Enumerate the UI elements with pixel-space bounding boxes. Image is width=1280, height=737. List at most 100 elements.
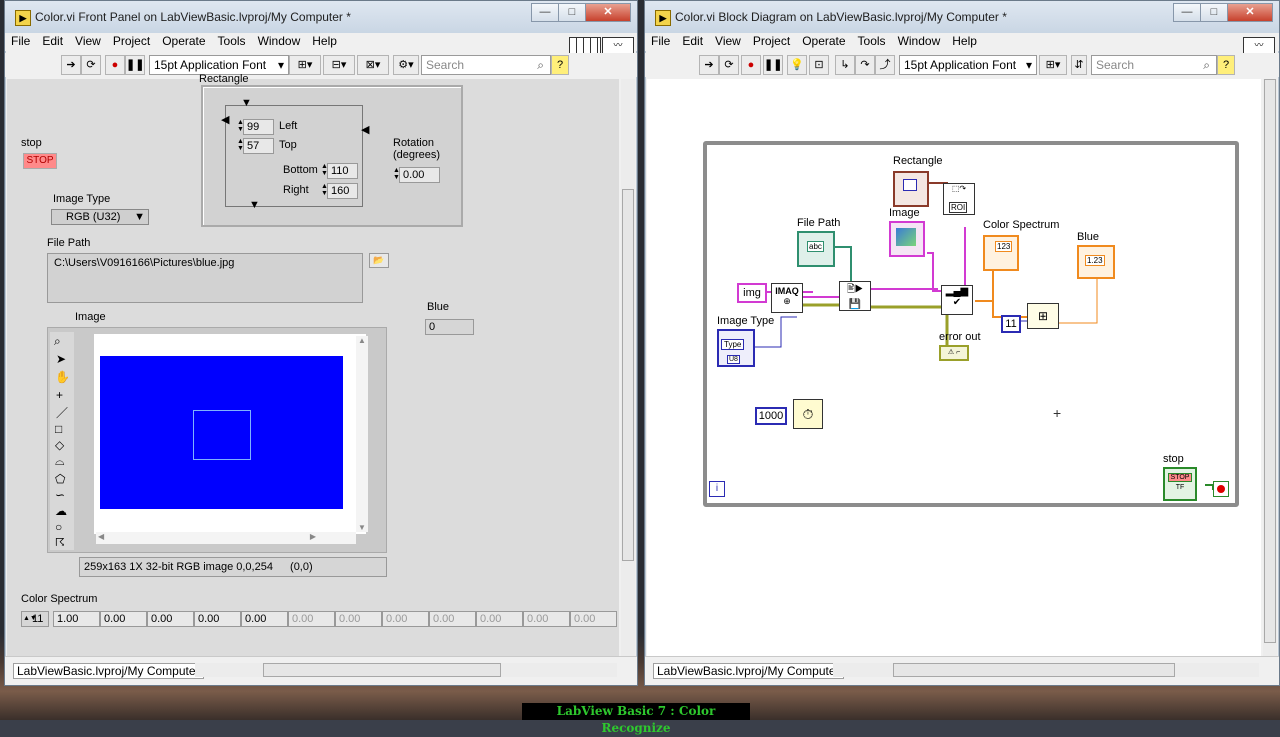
polygon-tool-icon[interactable]: ⬠ (55, 472, 65, 486)
font-select[interactable]: 15pt Application Font ▾ (149, 55, 289, 75)
search-input[interactable]: Search ⌕ (1091, 55, 1217, 75)
roi-converter-node[interactable]: ⬚↷ ROI (943, 183, 975, 215)
right-field[interactable]: 160 (327, 183, 358, 199)
distribute-icon[interactable]: ⊟▾ (323, 55, 355, 75)
reorder-icon[interactable]: ⚙▾ (393, 55, 419, 75)
scroll-thumb[interactable] (622, 189, 634, 561)
image-viewport[interactable] (94, 334, 366, 534)
step-out-icon[interactable]: ⤴ (875, 55, 895, 75)
file-path-terminal[interactable]: abc (797, 231, 835, 267)
menu-window[interactable]: Window (252, 33, 307, 51)
image-terminal[interactable] (889, 221, 925, 257)
horizontal-scrollbar[interactable] (195, 663, 617, 677)
font-select[interactable]: 15pt Application Font ▾ (899, 55, 1037, 75)
pointer-tool-icon[interactable]: ➤ (56, 352, 66, 366)
imaq-readfile-node[interactable]: 🖹▶ 💾 (839, 281, 871, 311)
index-array-node[interactable]: ⊞ (1027, 303, 1059, 329)
minimize-button[interactable]: — (1173, 3, 1201, 22)
color-spectrum-terminal[interactable]: 123 (983, 235, 1019, 271)
menu-project[interactable]: Project (747, 33, 796, 51)
index-constant[interactable]: 11 (1001, 315, 1021, 333)
step-into-icon[interactable]: ↳ (835, 55, 855, 75)
img-constant[interactable]: img (737, 283, 767, 303)
error-out-terminal[interactable]: ⚠ ⌐ (939, 345, 969, 361)
left-field[interactable]: 99 (243, 119, 274, 135)
image-vscroll[interactable]: ▲ ▼ (356, 336, 368, 532)
minimize-button[interactable]: — (531, 3, 559, 22)
run-continuously-icon[interactable]: ⟳ (81, 55, 101, 75)
hscroll-thumb[interactable] (893, 663, 1175, 677)
freehand-tool-icon[interactable]: ∽ (55, 488, 65, 502)
browse-folder-icon[interactable]: 📂 (369, 253, 389, 268)
rectangle-terminal[interactable] (893, 171, 929, 207)
rotation-field[interactable]: 0.00 (399, 167, 440, 183)
wait-ms-constant[interactable]: 1000 (755, 407, 787, 425)
project-path[interactable]: LabViewBasic.lvproj/My Computer (13, 663, 204, 679)
vertical-scrollbar[interactable] (1263, 79, 1277, 657)
distribute-icon[interactable]: ⇵ (1071, 55, 1087, 75)
array-index[interactable]: ▲▼ 11 (21, 611, 49, 627)
maximize-button[interactable]: □ (558, 3, 586, 22)
run-continuously-icon[interactable]: ⟳ (719, 55, 739, 75)
menu-edit[interactable]: Edit (676, 33, 709, 51)
close-button[interactable]: ✕ (585, 3, 631, 22)
project-path[interactable]: LabViewBasic.lvproj/My Computer (653, 663, 844, 679)
loop-condition-terminal[interactable] (1213, 481, 1229, 497)
zoom-tool-icon[interactable]: ⌕ (54, 334, 61, 349)
pause-icon[interactable]: ❚❚ (763, 55, 783, 75)
oval-tool-icon[interactable]: ○ (55, 520, 62, 534)
top-field[interactable]: 57 (243, 138, 274, 154)
menu-operate[interactable]: Operate (156, 33, 211, 51)
freehand-region-tool-icon[interactable]: ☁ (55, 504, 67, 518)
abort-icon[interactable]: ● (105, 55, 125, 75)
resize-icon[interactable]: ⊠▾ (357, 55, 389, 75)
image-type-select[interactable]: RGB (U32) ▼ (51, 209, 149, 225)
hscroll-thumb[interactable] (263, 663, 501, 677)
annulus-tool-icon[interactable]: ⌓ (55, 454, 65, 469)
line-tool-icon[interactable]: ／ (56, 404, 68, 421)
close-button[interactable]: ✕ (1227, 3, 1273, 22)
run-arrow-icon[interactable]: ➔ (61, 55, 81, 75)
vertical-scrollbar[interactable] (621, 79, 635, 657)
file-path-field[interactable]: C:\Users\V0916166\Pictures\blue.jpg (47, 253, 363, 303)
menu-tools[interactable]: Tools (212, 33, 252, 51)
title-bar[interactable]: ▶ Color.vi Front Panel on LabViewBasic.l… (5, 1, 637, 33)
step-over-icon[interactable]: ↷ (855, 55, 875, 75)
broken-line-tool-icon[interactable]: ☈ (55, 536, 65, 549)
horizontal-scrollbar[interactable] (833, 663, 1259, 677)
blue-terminal[interactable]: 1.23 (1077, 245, 1115, 279)
abort-icon[interactable]: ● (741, 55, 761, 75)
retain-wire-values-icon[interactable]: ⊡ (809, 55, 829, 75)
maximize-button[interactable]: □ (1200, 3, 1228, 22)
help-icon[interactable]: ? (551, 55, 569, 75)
align-icon[interactable]: ⊞▾ (289, 55, 321, 75)
stop-button[interactable]: STOP (23, 153, 57, 169)
align-icon[interactable]: ⊞▾ (1039, 55, 1067, 75)
pause-icon[interactable]: ❚❚ (125, 55, 145, 75)
help-icon[interactable]: ? (1217, 55, 1235, 75)
run-arrow-icon[interactable]: ➔ (699, 55, 719, 75)
pan-tool-icon[interactable]: ✋ (55, 370, 70, 384)
imaq-color-histogram-node[interactable]: ▂▄▆ ✔ (941, 285, 973, 315)
menu-file[interactable]: File (5, 33, 36, 51)
bottom-field[interactable]: 110 (327, 163, 358, 179)
rectangle-tool-icon[interactable]: □ (55, 422, 62, 436)
image-hscroll[interactable]: ◀ ▶ (96, 532, 356, 544)
menu-edit[interactable]: Edit (36, 33, 69, 51)
menu-file[interactable]: File (645, 33, 676, 51)
menu-view[interactable]: View (709, 33, 747, 51)
menu-help[interactable]: Help (306, 33, 343, 51)
title-bar[interactable]: ▶ Color.vi Block Diagram on LabViewBasic… (645, 1, 1279, 33)
scroll-thumb[interactable] (1264, 79, 1276, 643)
rotated-rect-tool-icon[interactable]: ◇ (55, 438, 64, 452)
menu-tools[interactable]: Tools (852, 33, 892, 51)
search-input[interactable]: Search ⌕ (421, 55, 551, 75)
menu-operate[interactable]: Operate (796, 33, 851, 51)
menu-help[interactable]: Help (946, 33, 983, 51)
point-tool-icon[interactable]: + (56, 388, 63, 402)
menu-window[interactable]: Window (892, 33, 947, 51)
image-type-terminal[interactable]: Type U8 (717, 329, 755, 367)
menu-view[interactable]: View (69, 33, 107, 51)
imaq-create-node[interactable]: IMAQ ⊕ (771, 283, 803, 313)
stop-terminal[interactable]: STOP TF (1163, 467, 1197, 501)
